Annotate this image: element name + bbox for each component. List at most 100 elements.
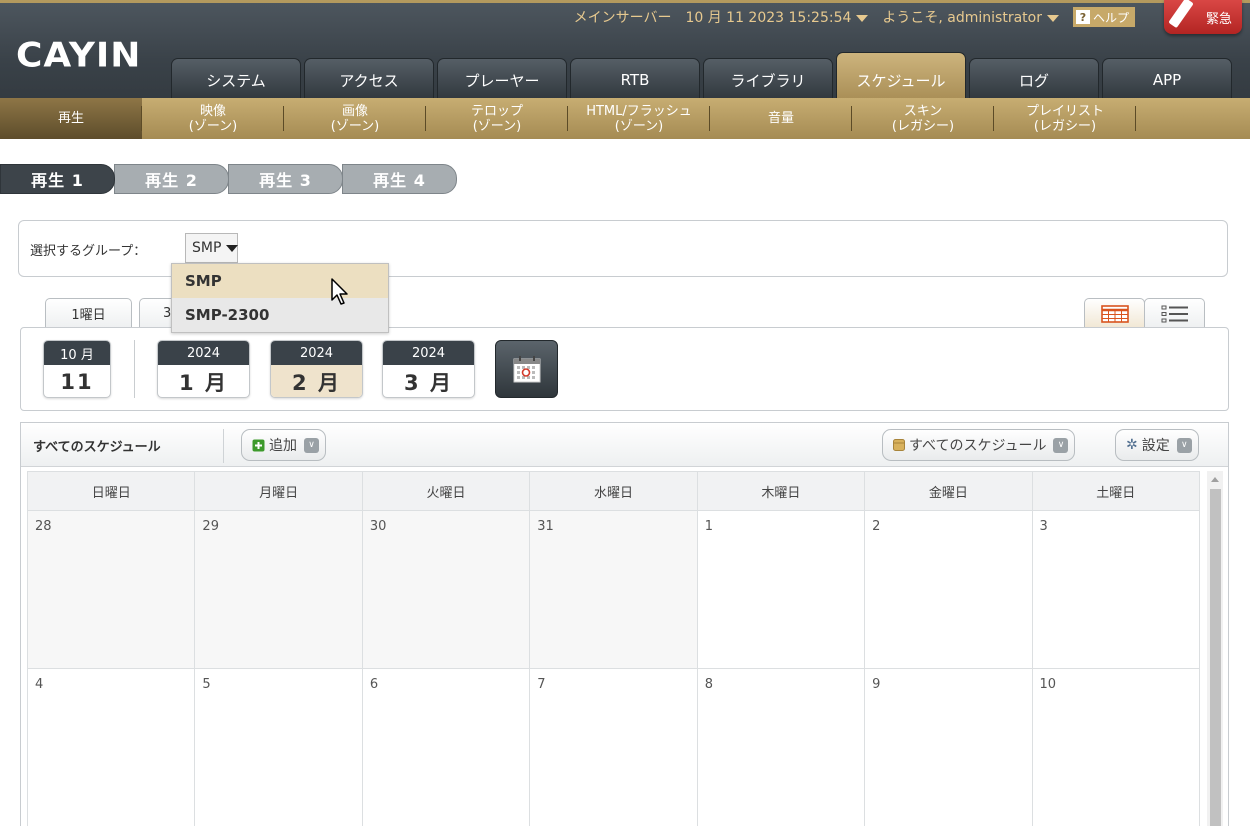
group-option-smp-2300[interactable]: SMP-2300	[172, 298, 388, 332]
day-cell[interactable]: 7	[529, 668, 698, 826]
day-cell[interactable]: 10	[1031, 668, 1201, 826]
group-option-smp[interactable]: SMP	[172, 264, 388, 298]
user-menu[interactable]: ようこそ, administrator	[882, 7, 1059, 27]
schedule-title: すべてのスケジュール	[33, 440, 161, 455]
day-cell[interactable]: 6	[361, 668, 531, 826]
help-label: ヘルプ	[1092, 10, 1129, 25]
subtab-ticker-zone[interactable]: テロップ (ゾーン)	[426, 98, 568, 139]
schedule-filter-icon	[893, 439, 905, 451]
today-month: 10 月	[44, 341, 110, 365]
calendar-icon	[513, 356, 540, 383]
weekday-header: 日曜日	[26, 471, 196, 511]
datetime-dropdown[interactable]: 10 月 11 2023 15:25:54	[685, 7, 869, 27]
day-cell[interactable]: 2	[864, 510, 1033, 669]
chevron-down-icon: ∨	[1176, 437, 1192, 453]
cayin-logo: CAYIN	[16, 36, 142, 75]
datetime-text: 10 月 11 2023 15:25:54	[685, 10, 852, 26]
chevron-down-icon	[1046, 14, 1059, 22]
day-cell[interactable]: 28	[26, 510, 196, 669]
chevron-down-icon	[226, 244, 239, 252]
emergency-button[interactable]: 緊急	[1164, 0, 1242, 34]
month-year: 2024	[271, 341, 362, 365]
view-tab-1day[interactable]: 1曜日	[45, 298, 132, 328]
subtab-playlist-legacy[interactable]: プレイリスト (レガシー)	[994, 98, 1136, 139]
plus-icon	[252, 439, 265, 451]
question-icon: ?	[1075, 10, 1090, 24]
tab-schedule[interactable]: スケジュール	[836, 52, 966, 101]
tab-app[interactable]: APP	[1102, 58, 1232, 101]
list-icon	[1161, 305, 1188, 322]
add-button[interactable]: 追加 ∨	[241, 429, 326, 461]
day-cell[interactable]: 9	[864, 668, 1033, 826]
play-tab-1[interactable]: 再生 1	[0, 164, 115, 194]
list-view-button[interactable]	[1144, 298, 1205, 328]
group-select[interactable]: SMP	[185, 233, 239, 263]
subtab-html-flash-zone[interactable]: HTML/フラッシュ (ゾーン)	[568, 98, 710, 139]
sub-nav: 再生 映像 (ゾーン) 画像 (ゾーン) テロップ (ゾーン) HTML/フラッ…	[0, 98, 1250, 139]
day-cell[interactable]: 31	[529, 510, 698, 669]
day-cell[interactable]: 8	[696, 668, 866, 826]
gear-icon: ✲	[1126, 437, 1138, 453]
subtab-skin-legacy[interactable]: スキン (レガシー)	[852, 98, 994, 139]
day-cell[interactable]: 5	[194, 668, 363, 826]
play-tab-3[interactable]: 再生 3	[228, 164, 343, 194]
play-tab-2[interactable]: 再生 2	[114, 164, 229, 194]
weekday-header: 月曜日	[194, 471, 363, 511]
group-dropdown-list: SMP SMP-2300	[171, 263, 389, 333]
subtab-image-zone[interactable]: 画像 (ゾーン)	[284, 98, 426, 139]
month-year: 2024	[158, 341, 249, 365]
calendar-picker-button[interactable]	[495, 340, 558, 398]
today-card[interactable]: 10 月 11	[43, 340, 111, 398]
header-bar: CAYIN メインサーバー 10 月 11 2023 15:25:54 ようこそ…	[0, 0, 1250, 101]
day-cell[interactable]: 29	[194, 510, 363, 669]
main-nav: システム アクセス プレーヤー RTB ライブラリ スケジュール ログ APP	[171, 52, 1232, 101]
month-card-mar[interactable]: 2024 3 月	[382, 340, 475, 398]
day-cell[interactable]: 1	[696, 510, 866, 669]
month-grid: 日曜日 月曜日 火曜日 水曜日 木曜日 金曜日 土曜日 28 29 30 31	[26, 471, 1201, 826]
tab-access[interactable]: アクセス	[304, 58, 434, 101]
subtab-video-zone[interactable]: 映像 (ゾーン)	[142, 98, 284, 139]
server-label: メインサーバー	[573, 10, 672, 26]
schedule-toolbar: すべてのスケジュール 追加 ∨ すべてのスケジュール ∨ ✲ 設定 ∨	[21, 423, 1228, 467]
tab-player[interactable]: プレーヤー	[437, 58, 567, 101]
chevron-down-icon: ∨	[304, 437, 319, 453]
group-selected-value: SMP	[192, 240, 222, 256]
today-day: 11	[60, 369, 94, 394]
month-label: 1 月	[179, 370, 228, 395]
page: CAYIN メインサーバー 10 月 11 2023 15:25:54 ようこそ…	[0, 0, 1250, 826]
weekday-header: 土曜日	[1031, 471, 1201, 511]
settings-dropdown[interactable]: ✲ 設定 ∨	[1115, 429, 1199, 461]
month-label: 2 月	[271, 365, 362, 397]
month-label: 3 月	[404, 370, 453, 395]
group-label: 選択するグループ：	[30, 244, 147, 259]
month-card-feb[interactable]: 2024 2 月	[270, 340, 363, 398]
pen-icon	[1168, 0, 1194, 29]
settings-label: 設定	[1141, 438, 1170, 454]
subtab-volume[interactable]: 音量	[710, 98, 852, 139]
welcome-text: ようこそ, administrator	[882, 10, 1042, 26]
play-tabs: 再生 1 再生 2 再生 3 再生 4	[0, 164, 457, 194]
weekday-header: 木曜日	[696, 471, 866, 511]
play-tab-4[interactable]: 再生 4	[342, 164, 457, 194]
mouse-cursor-icon	[331, 278, 348, 305]
scroll-up-icon[interactable]	[1207, 471, 1223, 487]
vertical-scrollbar[interactable]	[1207, 471, 1223, 826]
add-label: 追加	[269, 438, 297, 454]
scrollbar-thumb[interactable]	[1210, 489, 1221, 826]
tab-library[interactable]: ライブラリ	[703, 58, 833, 101]
chevron-down-icon: ∨	[1053, 437, 1069, 453]
top-status-bar: メインサーバー 10 月 11 2023 15:25:54 ようこそ, admi…	[574, 6, 1135, 28]
month-year: 2024	[383, 341, 474, 365]
day-cell[interactable]: 3	[1031, 510, 1201, 669]
month-card-jan[interactable]: 2024 1 月	[157, 340, 250, 398]
subtab-play[interactable]: 再生	[0, 98, 142, 139]
tab-system[interactable]: システム	[171, 58, 301, 101]
tab-log[interactable]: ログ	[969, 58, 1099, 101]
day-cell[interactable]: 4	[26, 668, 196, 826]
day-cell[interactable]: 30	[361, 510, 531, 669]
tab-rtb[interactable]: RTB	[570, 58, 700, 101]
calendar-view-button[interactable]	[1084, 298, 1145, 328]
help-button[interactable]: ? ヘルプ	[1072, 7, 1135, 27]
chevron-down-icon	[856, 14, 869, 22]
schedule-filter-dropdown[interactable]: すべてのスケジュール ∨	[882, 429, 1076, 461]
